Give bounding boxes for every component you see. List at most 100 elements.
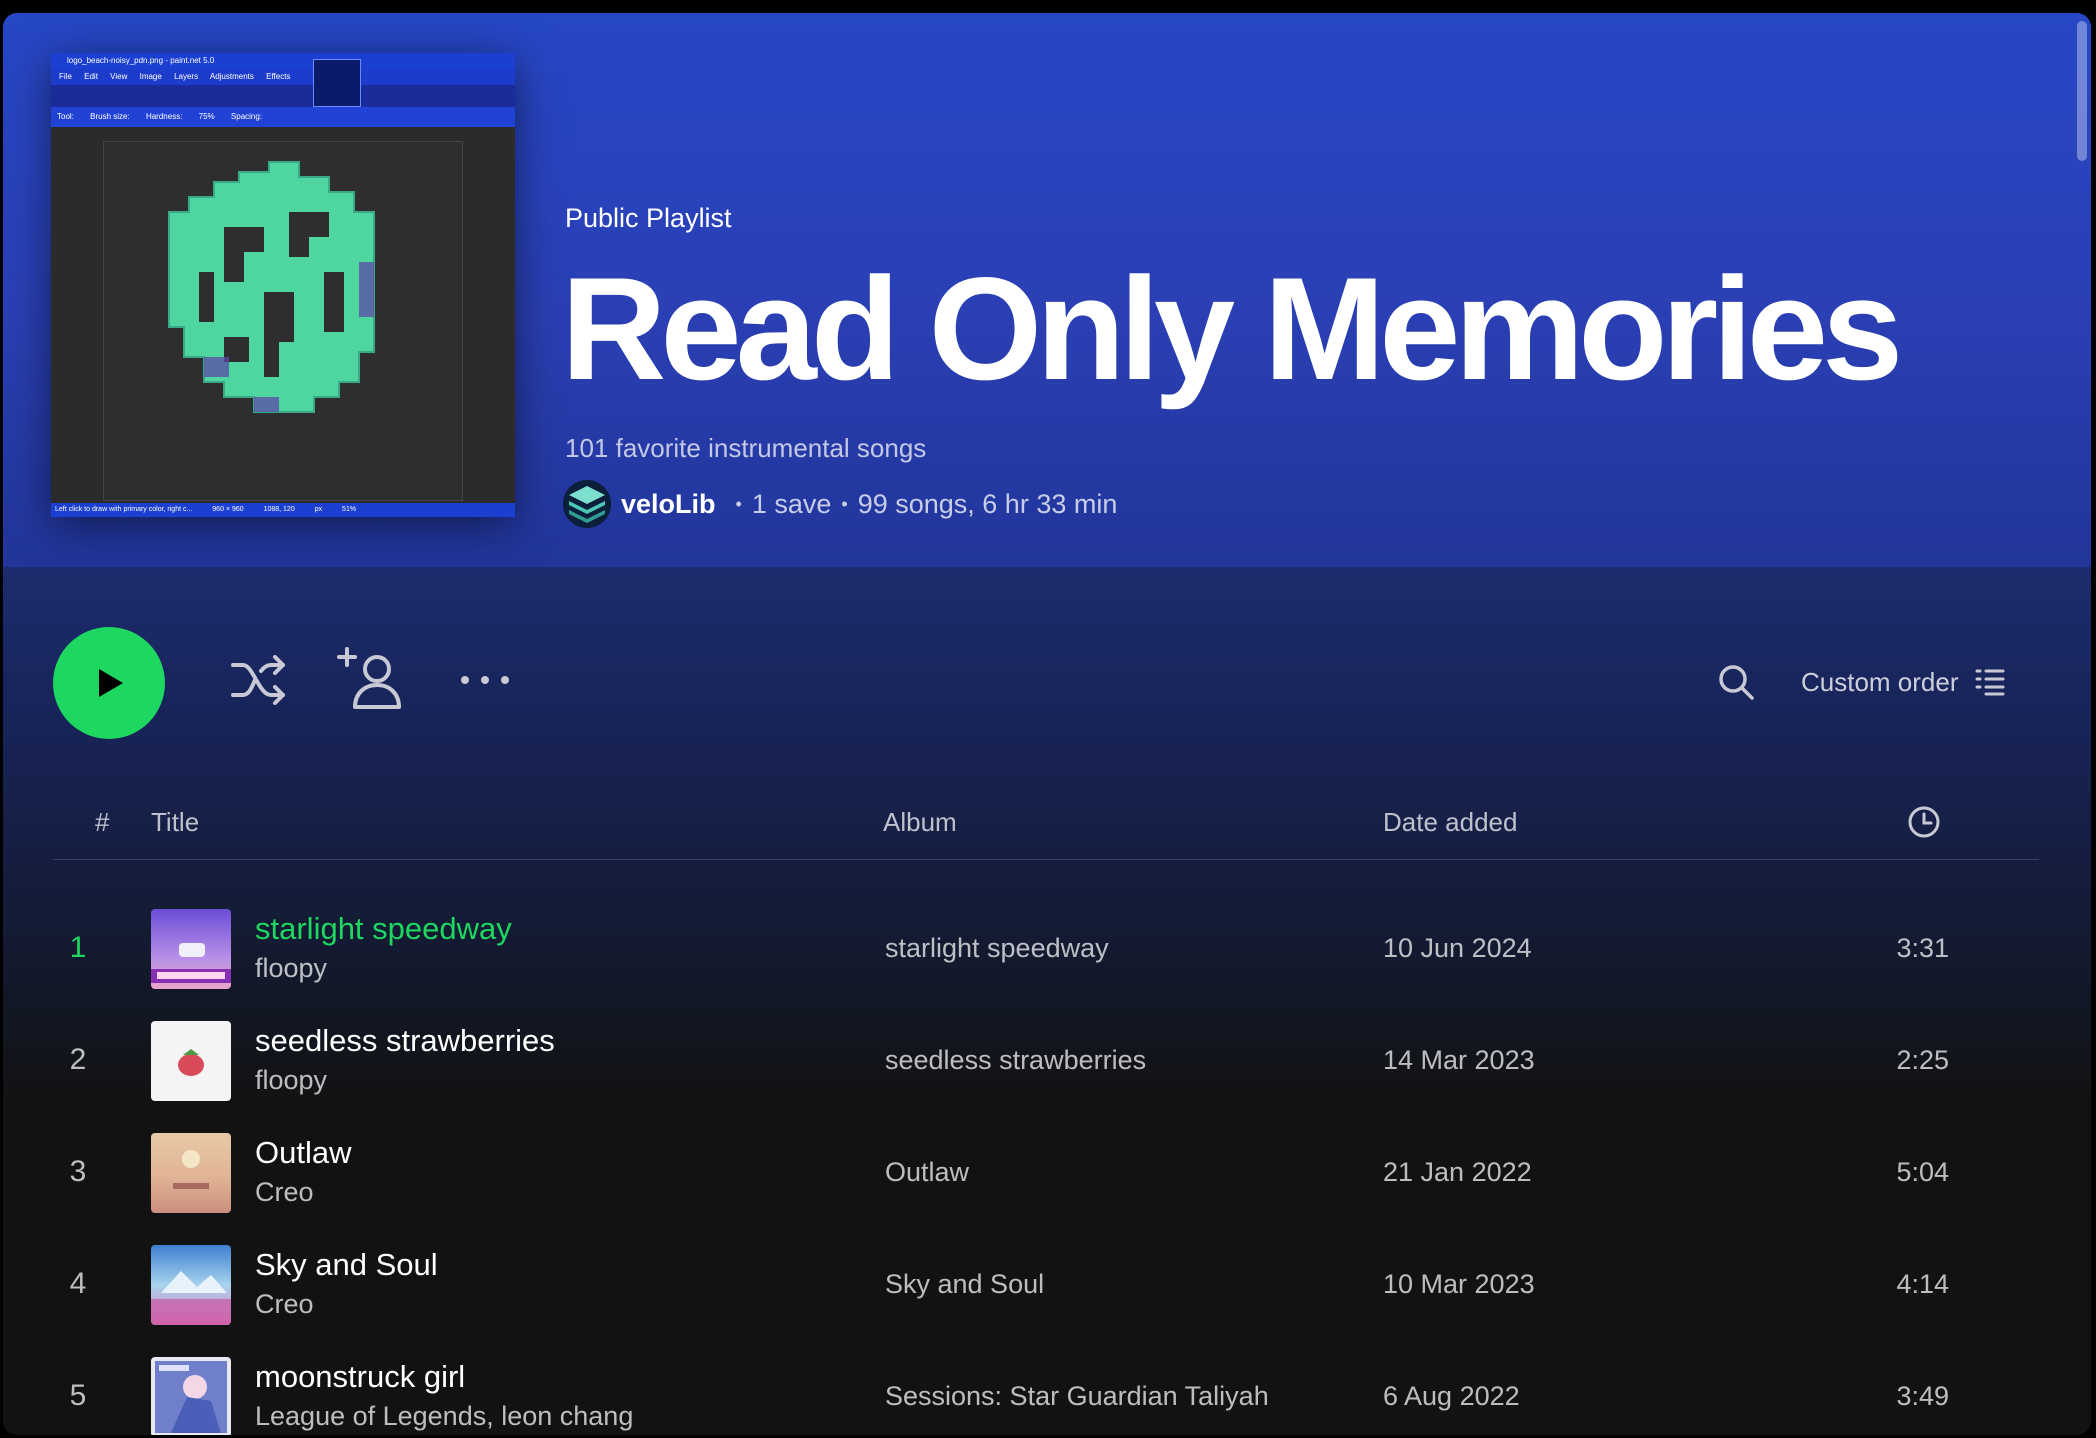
sort-order-label: Custom order — [1801, 666, 1959, 697]
cube-logo-icon — [168, 161, 375, 413]
column-header-album[interactable]: Album — [883, 807, 957, 838]
playlist-stats: 99 songs, 6 hr 33 min — [857, 488, 1118, 519]
search-button[interactable] — [1715, 661, 1757, 703]
song-album-link[interactable]: seedless strawberries — [885, 1045, 1146, 1076]
shuffle-icon — [231, 655, 285, 705]
cover-status-text: 960 × 960 — [212, 506, 244, 513]
app-window: logo_beach-noisy_pdn.png - paint.net 5.0… — [3, 13, 2091, 1435]
owner-name-link[interactable]: veloLib — [621, 489, 716, 520]
album-art-sky-and-soul — [151, 1245, 231, 1325]
page-title[interactable]: Read Only Memories — [561, 248, 1903, 410]
cover-image-thumbnail — [313, 59, 361, 107]
song-artist-link[interactable]: Creo — [255, 1289, 314, 1320]
table-row[interactable]: 4 Sky and Soul Creo Sky and Soul 10 Mar … — [53, 1231, 2039, 1339]
song-artist-link[interactable]: floopy — [255, 953, 327, 984]
cover-tool-label: Hardness: — [145, 112, 183, 121]
more-options-button[interactable] — [459, 669, 515, 696]
add-collaborator-button[interactable] — [337, 645, 407, 720]
cover-menu-item: Image — [139, 72, 162, 81]
clock-icon — [1908, 806, 1940, 838]
song-duration: 2:25 — [1896, 1045, 1949, 1075]
separator-dot: • — [735, 493, 742, 514]
song-duration: 5:04 — [1896, 1157, 1949, 1187]
song-title-link[interactable]: Outlaw — [255, 1135, 351, 1171]
album-thumbnail — [151, 909, 231, 989]
song-date-added: 10 Mar 2023 — [1383, 1269, 1535, 1299]
play-icon — [99, 669, 123, 697]
song-date-added: 10 Jun 2024 — [1383, 933, 1532, 963]
table-row[interactable]: 2 seedless strawberries floopy seedless … — [53, 1007, 2039, 1115]
song-title-link[interactable]: starlight speedway — [255, 911, 512, 947]
playlist-cover[interactable]: logo_beach-noisy_pdn.png - paint.net 5.0… — [51, 53, 515, 517]
cover-menu-item: Effects — [266, 72, 291, 81]
cover-menu-item: Layers — [174, 72, 199, 81]
owner-avatar[interactable] — [563, 480, 611, 528]
cover-menu-item: Adjustments — [209, 72, 254, 81]
track-number: 3 — [69, 1155, 87, 1188]
cover-tool-label: Brush size: — [90, 112, 130, 121]
list-icon — [1975, 669, 2004, 696]
cover-menu-item: File — [59, 72, 72, 81]
more-icon — [461, 676, 509, 684]
album-thumbnail — [151, 1021, 231, 1101]
cover-status-text: 51% — [342, 506, 357, 513]
layers-logo-icon — [563, 480, 611, 528]
shuffle-button[interactable] — [227, 649, 289, 716]
song-album-link[interactable]: Outlaw — [885, 1157, 969, 1188]
album-art-star-guardian — [151, 1357, 231, 1435]
album-art-strawberry — [151, 1021, 231, 1101]
track-number: 2 — [69, 1043, 87, 1076]
add-user-icon — [337, 647, 401, 709]
song-duration: 4:14 — [1896, 1269, 1949, 1299]
album-art-starlight — [151, 909, 231, 989]
cover-status-text: Left click to draw with primary color, r… — [55, 506, 193, 513]
cover-menu-item: View — [110, 72, 128, 81]
playlist-meta: veloLib • 1 save • 99 songs, 6 hr 33 min — [563, 479, 1117, 529]
table-row[interactable]: 5 moonstruck girl League of Legends, leo… — [53, 1343, 2039, 1435]
album-art-outlaw — [151, 1133, 231, 1213]
scrollbar-thumb[interactable] — [2077, 21, 2087, 161]
cover-tool-label: Spacing: — [230, 112, 263, 121]
cover-status-text: 1088, 120 — [263, 506, 295, 513]
cover-canvas — [103, 141, 463, 501]
song-title-link[interactable]: seedless strawberries — [255, 1023, 555, 1059]
track-number: 1 — [69, 931, 87, 964]
sort-order-button[interactable]: Custom order — [1801, 661, 2005, 703]
song-artist-link[interactable]: floopy — [255, 1065, 327, 1096]
song-title-link[interactable]: Sky and Soul — [255, 1247, 438, 1283]
song-artist-link[interactable]: Creo — [255, 1177, 314, 1208]
song-artist-link[interactable]: League of Legends, leon chang — [255, 1401, 633, 1432]
track-number: 4 — [69, 1267, 87, 1300]
track-number: 5 — [69, 1379, 87, 1412]
table-row[interactable]: 1 starlight speedway floopy starlight sp… — [53, 895, 2039, 1003]
column-header-duration[interactable] — [1907, 805, 1941, 846]
song-date-added: 6 Aug 2022 — [1383, 1381, 1520, 1411]
song-title-link[interactable]: moonstruck girl — [255, 1359, 465, 1395]
cover-statusbar: Left click to draw with primary color, r… — [51, 503, 515, 517]
song-album-link[interactable]: Sessions: Star Guardian Taliyah — [885, 1381, 1269, 1412]
column-header-date-added[interactable]: Date added — [1383, 807, 1517, 838]
column-header-number: # — [95, 807, 110, 837]
cover-status-text: px — [314, 506, 323, 513]
play-button[interactable] — [53, 627, 165, 739]
cover-toolbar — [51, 85, 515, 107]
song-album-link[interactable]: Sky and Soul — [885, 1269, 1044, 1300]
save-count: 1 save — [751, 488, 832, 519]
cover-menubar: File Edit View Image Layers Adjustments … — [51, 69, 515, 85]
playlist-type-label: Public Playlist — [565, 203, 732, 233]
column-header-title[interactable]: Title — [151, 807, 199, 838]
song-album-link[interactable]: starlight speedway — [885, 933, 1109, 964]
album-thumbnail — [151, 1245, 231, 1325]
playlist-header: logo_beach-noisy_pdn.png - paint.net 5.0… — [3, 13, 2091, 567]
song-date-added: 14 Mar 2023 — [1383, 1045, 1535, 1075]
table-row[interactable]: 3 Outlaw Creo Outlaw 21 Jan 2022 5:04 — [53, 1119, 2039, 1227]
playlist-description: 101 favorite instrumental songs — [565, 433, 927, 463]
song-date-added: 21 Jan 2022 — [1383, 1157, 1532, 1187]
song-duration: 3:49 — [1896, 1381, 1949, 1411]
cover-toolbar-labels: Tool: Brush size: Hardness: 75% Spacing: — [51, 107, 515, 127]
album-thumbnail — [151, 1357, 231, 1435]
album-thumbnail — [151, 1133, 231, 1213]
tracklist-header: # Title Album Date added — [53, 797, 2039, 860]
cover-menu-item: Edit — [84, 72, 98, 81]
cover-tool-label: 75% — [198, 112, 215, 121]
